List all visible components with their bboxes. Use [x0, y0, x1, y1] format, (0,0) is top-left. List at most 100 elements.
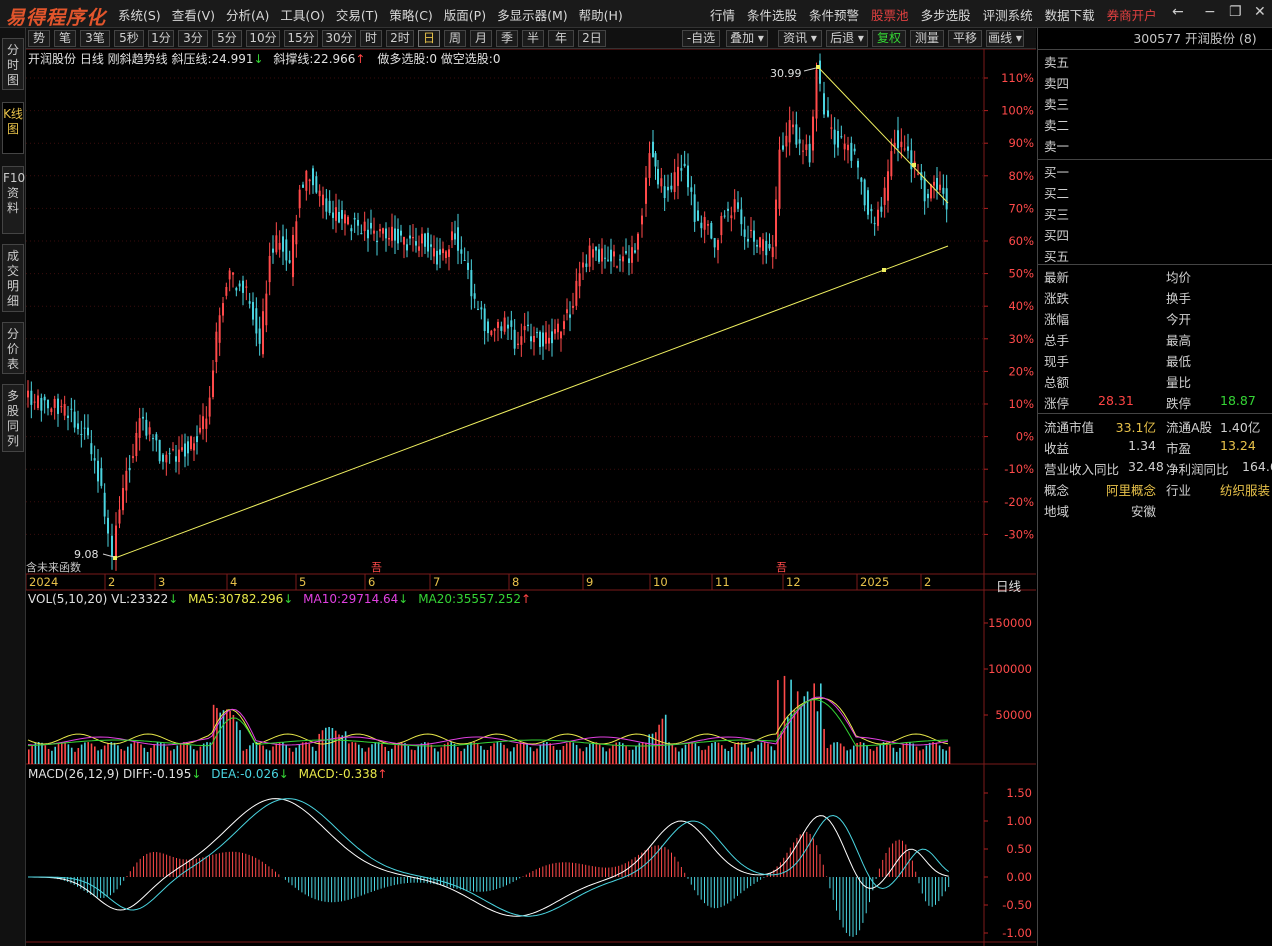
volume-bar — [655, 732, 657, 764]
tab-f10[interactable]: F10资料 — [2, 166, 25, 234]
ask-level: 卖五 — [1044, 55, 1070, 70]
volume-bar — [351, 742, 353, 764]
menu-stock-pool[interactable]: 股票池 — [871, 5, 909, 24]
candle-body — [622, 256, 624, 262]
candle-body — [536, 332, 538, 334]
candle-body — [50, 408, 53, 412]
toolbar-button-2[interactable]: 资讯 ▾ — [778, 30, 822, 47]
menu-strategy[interactable]: 策略(C) — [389, 5, 432, 24]
kline-chart[interactable]: 110% 100% 90% 80% 70% 60% 50% 40% 30% 20% 10% 0% -10… — [25, 48, 1036, 946]
volume-bar — [839, 743, 842, 764]
chart-area[interactable]: 110% 100% 90% 80% 70% 60% 50% 40% 30% 20% 10% 0% -10… — [25, 48, 1036, 946]
volume-bar — [750, 751, 753, 764]
period-button-18[interactable]: 2日 — [578, 30, 606, 47]
period-button-3[interactable]: 5秒 — [114, 30, 144, 47]
volume-bar — [232, 714, 235, 764]
signal-counts: 做多选股:0 做空选股:0 — [377, 52, 501, 66]
menu-system[interactable]: 系统(S) — [118, 5, 161, 24]
candle-body — [493, 328, 496, 331]
period-button-1[interactable]: 笔 — [54, 30, 76, 47]
tab-intraday[interactable]: 分时图 — [2, 38, 24, 90]
tab-trade-details[interactable]: 成交明细 — [2, 244, 24, 312]
volume-bar — [173, 749, 175, 764]
candle-body — [847, 144, 849, 151]
period-button-17[interactable]: 年 — [548, 30, 574, 47]
menu-broker-account[interactable]: 券商开户 — [1107, 5, 1157, 24]
menu-evaluation[interactable]: 评测系统 — [983, 5, 1033, 24]
info-value: 1.34 — [1128, 438, 1156, 453]
minimize-icon[interactable]: − — [1204, 4, 1216, 20]
candle-body — [225, 287, 228, 296]
menu-tools[interactable]: 工具(O) — [280, 5, 325, 24]
tab-kline[interactable]: K线图 — [2, 102, 24, 154]
period-button-2[interactable]: 3笔 — [80, 30, 110, 47]
period-button-5[interactable]: 3分 — [178, 30, 208, 47]
period-button-10[interactable]: 时 — [360, 30, 382, 47]
menu-analysis[interactable]: 分析(A) — [226, 5, 269, 24]
volume-bar — [721, 745, 723, 764]
candle-body — [125, 470, 128, 491]
menu-trade[interactable]: 交易(T) — [336, 5, 378, 24]
menu-condition-select[interactable]: 条件选股 — [747, 5, 797, 24]
ask-level: 卖三 — [1044, 97, 1070, 112]
period-button-11[interactable]: 2时 — [386, 30, 414, 47]
period-button-0[interactable]: 势 — [28, 30, 50, 47]
period-button-7[interactable]: 10分 — [246, 30, 280, 47]
volume-bar — [648, 734, 650, 764]
toolbar-button-7[interactable]: 画线 ▾ — [986, 30, 1024, 47]
candle-body — [391, 226, 393, 241]
period-button-15[interactable]: 季 — [496, 30, 518, 47]
volume-bar — [341, 735, 344, 764]
candle-body — [448, 249, 450, 257]
menu-quotes[interactable]: 行情 — [710, 5, 735, 24]
period-button-14[interactable]: 月 — [470, 30, 492, 47]
period-button-6[interactable]: 5分 — [212, 30, 242, 47]
vol-ma5: MA5:30782.296 — [188, 592, 284, 606]
volume-bar — [130, 743, 132, 764]
volume-bar — [473, 742, 476, 764]
menu-view[interactable]: 查看(V) — [172, 5, 215, 24]
menu-layout[interactable]: 版面(P) — [444, 5, 486, 24]
period-button-8[interactable]: 15分 — [284, 30, 318, 47]
menu-data-download[interactable]: 数据下载 — [1045, 5, 1095, 24]
candle-body — [165, 454, 168, 463]
volume-bar — [367, 747, 370, 764]
y-tick-label: 90% — [1008, 136, 1034, 150]
volume-bar — [146, 751, 149, 764]
volume-bar — [803, 696, 806, 764]
info-value: 阿里概念 — [1105, 483, 1156, 498]
back-icon[interactable]: ← — [1172, 4, 1184, 20]
menu-multi-step-select[interactable]: 多步选股 — [921, 5, 971, 24]
toolbar-button-1[interactable]: 叠加 ▾ — [726, 30, 768, 47]
candle-body — [670, 185, 673, 190]
menu-help[interactable]: 帮助(H) — [579, 5, 623, 24]
period-button-13[interactable]: 周 — [444, 30, 466, 47]
candle-body — [172, 449, 174, 451]
period-button-12[interactable]: 日 — [418, 30, 440, 47]
toolbar-button-5[interactable]: 测量 — [910, 30, 944, 47]
restore-icon[interactable]: ❐ — [1229, 4, 1242, 20]
tab-price-distribution[interactable]: 分价表 — [2, 322, 24, 374]
candle-body — [830, 127, 833, 129]
menu-condition-alert[interactable]: 条件预警 — [809, 5, 859, 24]
volume-bar — [41, 742, 43, 764]
y-tick-label: 80% — [1008, 169, 1034, 183]
volume-bar — [97, 750, 99, 764]
toolbar-button-0[interactable]: -自选 — [682, 30, 720, 47]
close-icon[interactable]: ✕ — [1254, 4, 1266, 20]
toolbar-button-4[interactable]: 复权 — [872, 30, 906, 47]
toolbar-button-3[interactable]: 后退 ▾ — [826, 30, 868, 47]
y-tick-label: 30% — [1008, 332, 1034, 346]
tab-multi-stock[interactable]: 多股同列 — [2, 384, 24, 452]
volume-bar — [176, 745, 179, 764]
toolbar-button-6[interactable]: 平移 — [948, 30, 982, 47]
menu-multi-display[interactable]: 多显示器(M) — [497, 5, 568, 24]
candle-body — [703, 217, 706, 230]
candle-body — [737, 202, 739, 209]
chart-title-bar: 开润股份 日线 刚斜趋势线 斜压线:24.991↓ 斜撑线:22.966↑ 做多… — [28, 50, 500, 67]
volume-bar — [559, 749, 561, 764]
period-button-9[interactable]: 30分 — [322, 30, 356, 47]
period-button-16[interactable]: 半 — [522, 30, 544, 47]
period-button-4[interactable]: 1分 — [148, 30, 174, 47]
volume-bar — [704, 749, 707, 764]
